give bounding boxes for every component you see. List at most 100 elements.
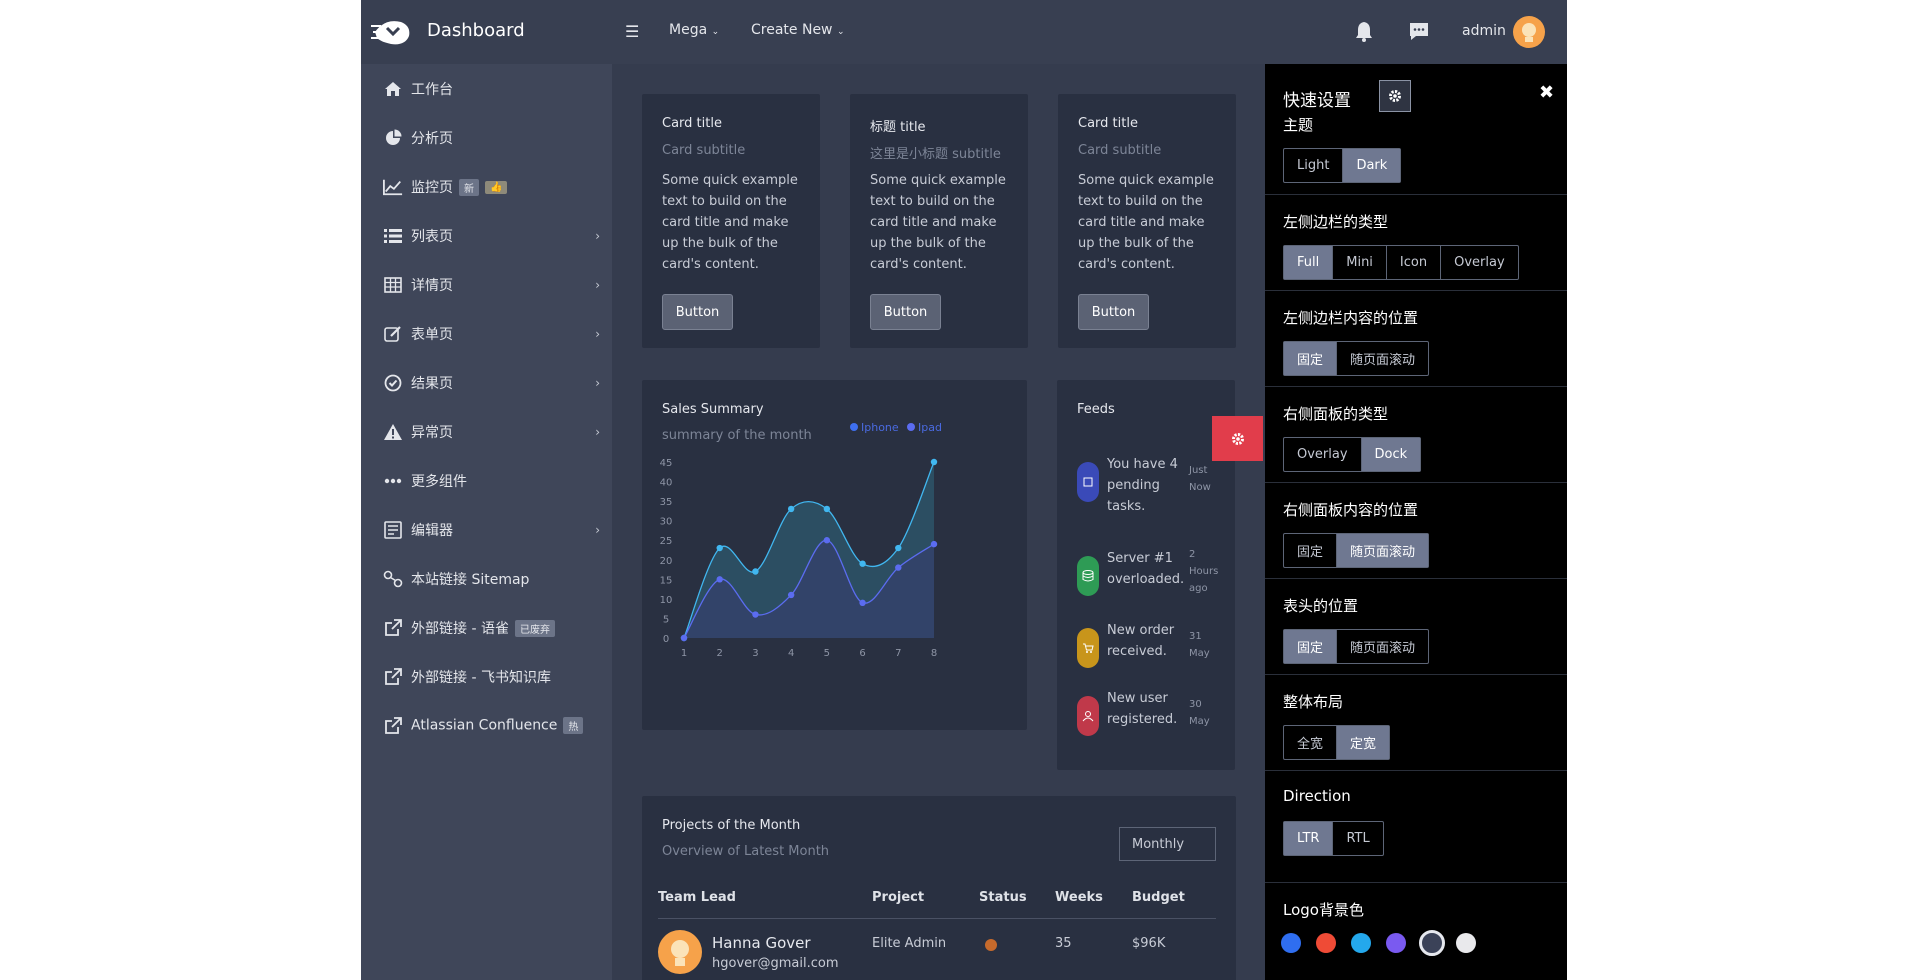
y-tick-label: 5 xyxy=(663,614,669,625)
x-tick-label: 8 xyxy=(931,648,937,659)
option-button[interactable]: RTL xyxy=(1333,822,1382,855)
swatch-red[interactable] xyxy=(1316,933,1336,953)
swatch-light[interactable] xyxy=(1456,933,1476,953)
home-icon xyxy=(383,79,403,99)
chevron-right-icon: › xyxy=(595,424,600,439)
feed-item: Server #1 overloaded. 2 Hours ago xyxy=(1077,548,1232,608)
settings-toggle-button[interactable] xyxy=(1212,416,1263,461)
segmented-control: Overlay Dock xyxy=(1283,437,1422,472)
section-label: 左侧边栏内容的位置 xyxy=(1283,309,1419,327)
data-point-iphone[interactable] xyxy=(823,505,831,513)
option-button[interactable]: Mini xyxy=(1333,246,1387,279)
y-tick-label: 20 xyxy=(660,556,673,567)
segmented-control: Light Dark xyxy=(1283,148,1402,183)
avatar-image-icon xyxy=(671,940,689,966)
legend-marker xyxy=(850,423,858,431)
card-title: Card title xyxy=(662,116,722,131)
card-button[interactable]: Button xyxy=(1078,294,1149,330)
data-point-ipad[interactable] xyxy=(930,540,938,548)
sidebar-item-workbench[interactable]: 工作台 xyxy=(361,64,612,113)
swatch-blue[interactable] xyxy=(1281,933,1301,953)
option-button[interactable]: Dock xyxy=(1361,438,1421,471)
option-button[interactable]: 固定 xyxy=(1284,534,1338,567)
option-button[interactable]: 随页面滚动 xyxy=(1337,342,1428,375)
edit-icon xyxy=(383,324,403,344)
segmented-control: LTR RTL xyxy=(1283,821,1384,856)
data-point-iphone[interactable] xyxy=(752,568,759,575)
sidebar-item-feishu[interactable]: 外部链接 - 飞书知识库 xyxy=(361,652,612,701)
data-point-iphone[interactable] xyxy=(930,458,938,466)
option-button[interactable]: Icon xyxy=(1387,246,1442,279)
logo-bg-label: Logo背景色 xyxy=(1283,901,1364,919)
sidebar-item-more-components[interactable]: 更多组件 xyxy=(361,456,612,505)
settings-section-direction: Direction LTR RTL xyxy=(1265,770,1567,866)
user-name[interactable]: admin xyxy=(1462,23,1506,39)
sidebar-item-detail[interactable]: 详情页 › xyxy=(361,260,612,309)
card-subtitle: Card subtitle xyxy=(1078,143,1162,158)
swatch-cyan[interactable] xyxy=(1351,933,1371,953)
avatar[interactable] xyxy=(1513,16,1545,48)
main-content: Card title Card subtitle Some quick exam… xyxy=(612,64,1265,980)
option-button[interactable]: 固定 xyxy=(1284,630,1338,663)
mega-menu[interactable]: Mega ⌄ xyxy=(669,22,719,38)
sidebar-item-list[interactable]: 列表页 › xyxy=(361,211,612,260)
option-button[interactable]: 随页面滚动 xyxy=(1337,630,1428,663)
sidebar-item-result[interactable]: 结果页 › xyxy=(361,358,612,407)
sidebar-item-yuque[interactable]: 外部链接 - 语雀 已废弃 xyxy=(361,603,612,652)
card-text: Some quick example text to build on the … xyxy=(662,173,798,272)
bell-icon[interactable] xyxy=(1354,20,1374,42)
option-button[interactable]: 定宽 xyxy=(1337,726,1390,759)
table-icon xyxy=(383,275,403,295)
sidebar-item-sitemap[interactable]: 本站链接 Sitemap xyxy=(361,554,612,603)
data-point-iphone[interactable] xyxy=(787,505,795,513)
option-button[interactable]: Light xyxy=(1284,149,1344,182)
data-point-iphone[interactable] xyxy=(859,560,866,567)
data-point-iphone[interactable] xyxy=(716,544,723,552)
y-tick-label: 10 xyxy=(660,595,673,606)
monthly-select[interactable]: Monthly xyxy=(1119,827,1216,861)
data-point-ipad[interactable] xyxy=(895,564,902,571)
header-project: Project xyxy=(872,890,925,905)
option-button[interactable]: Overlay xyxy=(1284,438,1362,471)
swatch-dark-selected[interactable] xyxy=(1419,930,1445,956)
option-button[interactable]: 全宽 xyxy=(1284,726,1338,759)
feed-dot xyxy=(1077,462,1099,502)
data-point-ipad[interactable] xyxy=(787,591,795,599)
create-new-menu[interactable]: Create New ⌄ xyxy=(751,22,845,38)
app-window: Dashboard ☰ Mega ⌄ Create New ⌄ admin 工作… xyxy=(361,0,1567,980)
sidebar-item-monitor[interactable]: 监控页新 👍 xyxy=(361,162,612,211)
brand-title[interactable]: Dashboard xyxy=(427,20,525,41)
sidebar-item-label: Atlassian Confluence 热 xyxy=(411,717,584,734)
data-point-ipad[interactable] xyxy=(859,599,866,606)
header-team-lead: Team Lead xyxy=(658,890,736,905)
sidebar-item-exception[interactable]: 异常页 › xyxy=(361,407,612,456)
projects-title: Projects of the Month xyxy=(662,818,801,833)
option-button[interactable]: Full xyxy=(1284,246,1334,279)
hamburger-menu-icon[interactable]: ☰ xyxy=(625,22,639,41)
option-button[interactable]: 随页面滚动 xyxy=(1337,534,1429,567)
table-row[interactable]: Hanna Gover hgover@gmail.com Elite Admin… xyxy=(658,930,1216,980)
option-button[interactable]: LTR xyxy=(1284,822,1334,855)
sidebar-item-form[interactable]: 表单页 › xyxy=(361,309,612,358)
sidebar-item-editor[interactable]: 编辑器 › xyxy=(361,505,612,554)
swatch-purple[interactable] xyxy=(1386,933,1406,953)
sidebar-item-analysis[interactable]: 分析页 xyxy=(361,113,612,162)
data-point-ipad[interactable] xyxy=(752,611,759,618)
option-button[interactable]: Overlay xyxy=(1441,246,1518,279)
sidebar-item-confluence[interactable]: Atlassian Confluence 热 xyxy=(361,701,612,750)
header-budget: Budget xyxy=(1132,890,1185,905)
data-point-ipad[interactable] xyxy=(823,537,831,544)
budget-value: $96K xyxy=(1132,936,1166,951)
chat-icon[interactable] xyxy=(1408,20,1430,42)
feed-text: New user registered. xyxy=(1107,691,1178,727)
card-button[interactable]: Button xyxy=(870,294,941,330)
card-button[interactable]: Button xyxy=(662,294,733,330)
option-button[interactable]: Dark xyxy=(1343,149,1401,182)
section-label: 右侧面板内容的位置 xyxy=(1283,501,1419,519)
external-link-icon xyxy=(383,618,403,638)
data-point-ipad[interactable] xyxy=(680,634,688,642)
option-button[interactable]: 固定 xyxy=(1284,342,1338,375)
data-point-ipad[interactable] xyxy=(716,576,723,583)
legend-label: Ipad xyxy=(918,421,942,434)
data-point-iphone[interactable] xyxy=(895,544,902,552)
